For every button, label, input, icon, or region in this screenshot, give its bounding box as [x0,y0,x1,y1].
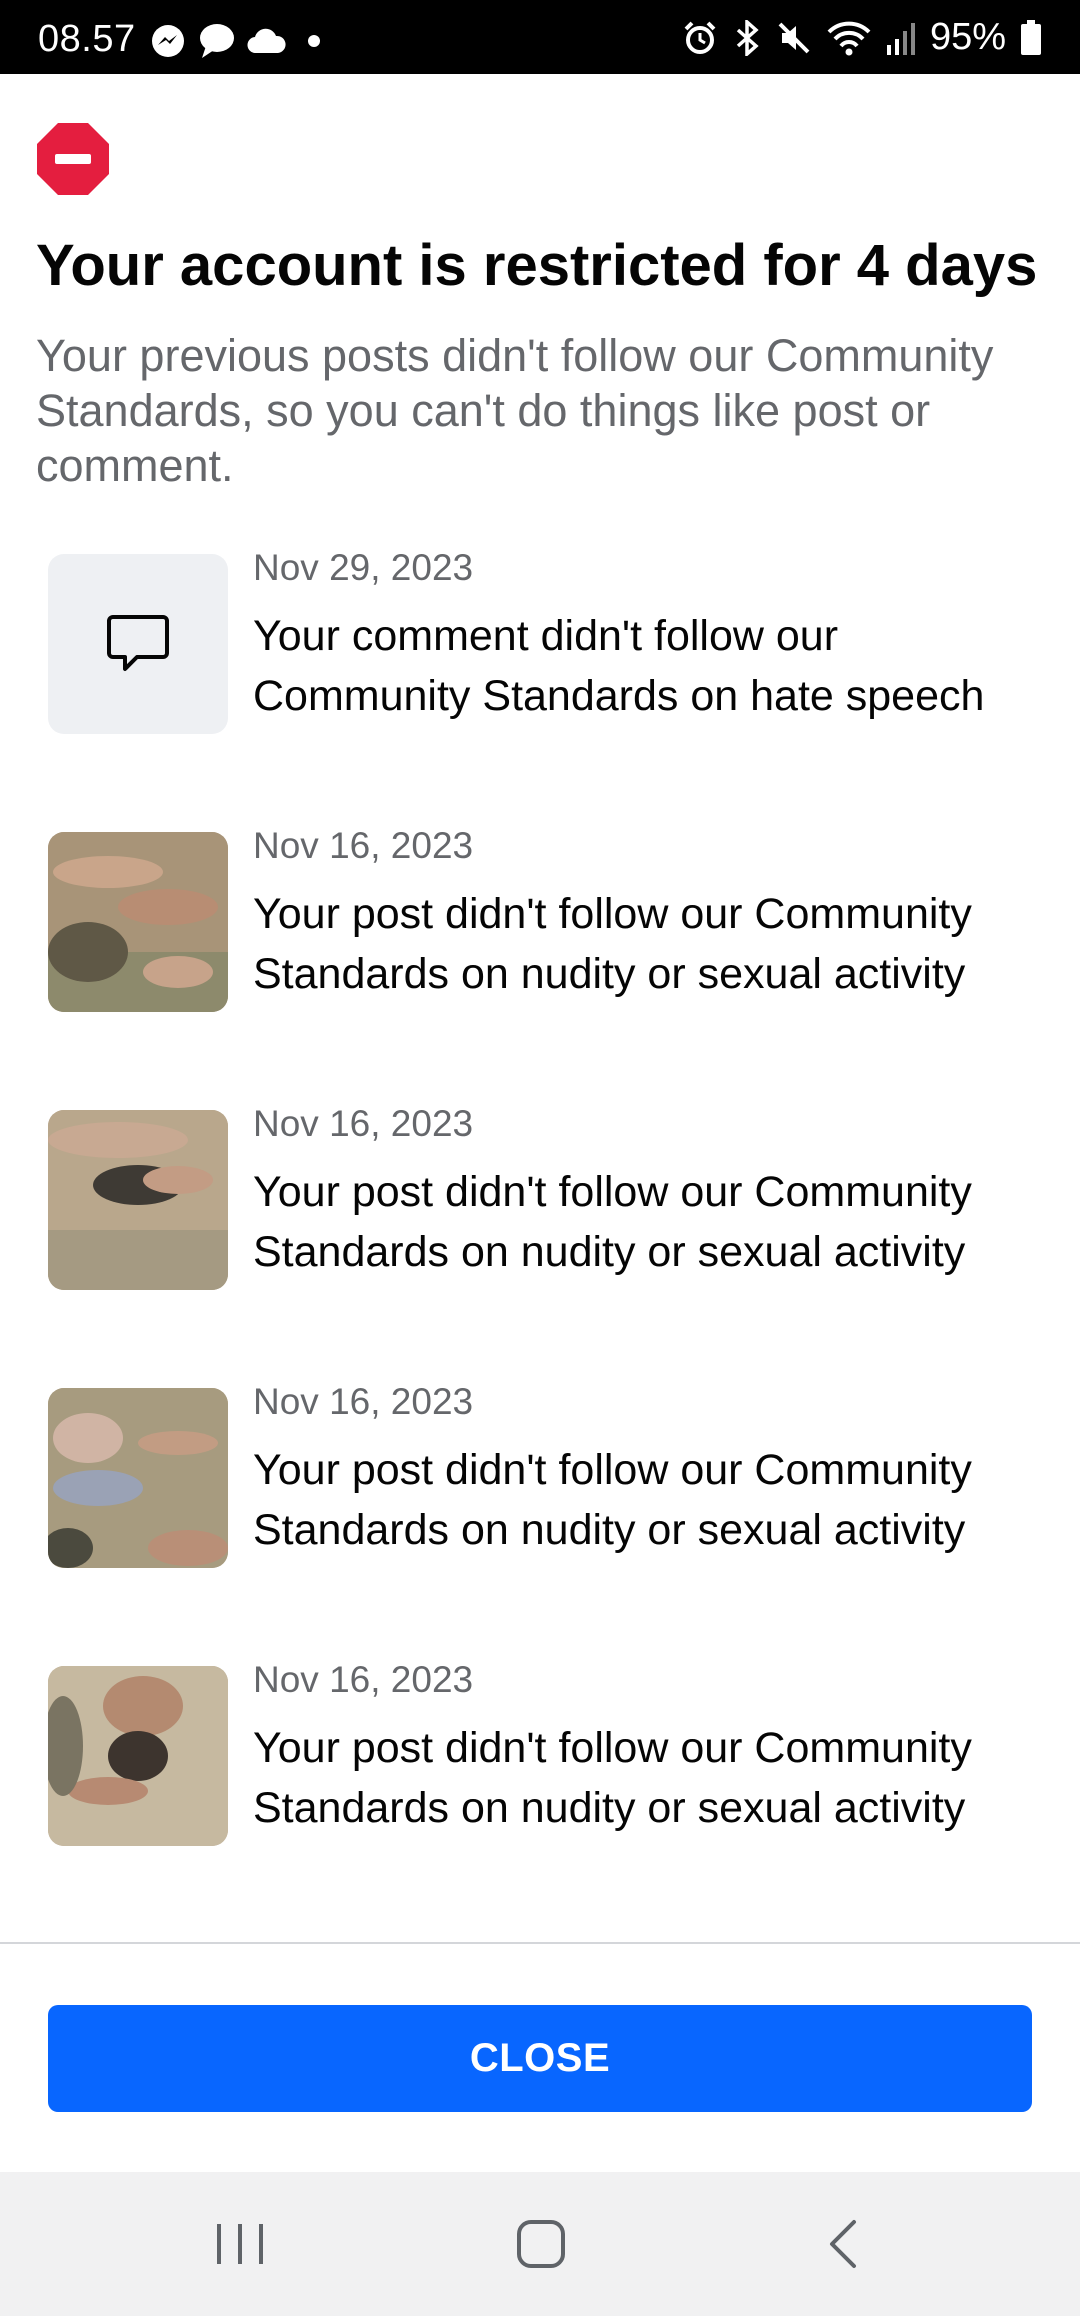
violation-description: Your post didn't follow our Community St… [253,1446,972,1554]
wifi-icon [827,21,871,55]
post-thumbnail [48,1110,228,1290]
post-photo-image [48,1388,228,1568]
recents-icon[interactable] [205,2214,275,2274]
comment-icon [107,615,169,671]
violation-description: Your post didn't follow our Community St… [253,1168,972,1276]
violation-description: Your comment didn't follow our Community… [253,612,985,720]
page-subtitle: Your previous posts didn't follow our Co… [36,330,994,491]
violation-text: Nov 16, 2023 Your post didn't follow our… [253,1660,1043,1838]
battery-icon [1021,19,1041,55]
notification-icons [150,22,326,60]
violation-date: Nov 16, 2023 [253,825,474,866]
violation-text: Nov 16, 2023 Your post didn't follow our… [253,826,1043,1004]
comment-thumbnail [48,554,228,734]
mute-icon [778,22,810,53]
cloud-icon [247,28,286,54]
status-bar: 08.57 95% [0,0,1080,74]
violation-date: Nov 29, 2023 [253,547,474,588]
battery-percent: 95% [929,16,1006,58]
violation-item[interactable]: Nov 16, 2023 Your post didn't follow our… [48,826,1048,1104]
system-icons: 95% [682,16,1042,59]
alarm-icon [684,21,716,54]
violation-date: Nov 16, 2023 [253,1659,474,1700]
system-nav-bar [0,2172,1080,2316]
restriction-stop-icon [37,123,109,195]
post-thumbnail [48,832,228,1012]
violation-text: Nov 16, 2023 Your post didn't follow our… [253,1382,1043,1560]
post-photo-image [48,832,228,1012]
violation-text: Nov 16, 2023 Your post didn't follow our… [253,1104,1043,1282]
home-icon[interactable] [505,2214,575,2274]
violation-item[interactable]: Nov 29, 2023 Your comment didn't follow … [48,548,1048,826]
violation-date: Nov 16, 2023 [253,1381,474,1422]
footer-divider [0,1942,1080,1944]
status-time: 08.57 [38,18,136,60]
chat-icon [200,24,234,58]
violation-item[interactable]: Nov 16, 2023 Your post didn't follow our… [48,1660,1048,1938]
dot-icon [308,35,320,47]
bluetooth-icon [736,19,759,56]
violation-date: Nov 16, 2023 [253,1103,474,1144]
back-icon[interactable] [810,2214,880,2274]
post-photo-image [48,1110,228,1290]
violation-item[interactable]: Nov 16, 2023 Your post didn't follow our… [48,1104,1048,1382]
signal-icon [886,22,915,55]
page-title: Your account is restricted for 4 days [36,233,1038,298]
violation-description: Your post didn't follow our Community St… [253,890,972,998]
post-thumbnail [48,1666,228,1846]
close-button[interactable]: CLOSE [48,2005,1032,2112]
post-photo-image [48,1666,228,1846]
violation-list: Nov 29, 2023 Your comment didn't follow … [48,548,1048,1938]
post-thumbnail [48,1388,228,1568]
violation-item[interactable]: Nov 16, 2023 Your post didn't follow our… [48,1382,1048,1660]
messenger-icon [152,25,184,57]
violation-description: Your post didn't follow our Community St… [253,1724,972,1832]
violation-text: Nov 29, 2023 Your comment didn't follow … [253,548,1043,726]
